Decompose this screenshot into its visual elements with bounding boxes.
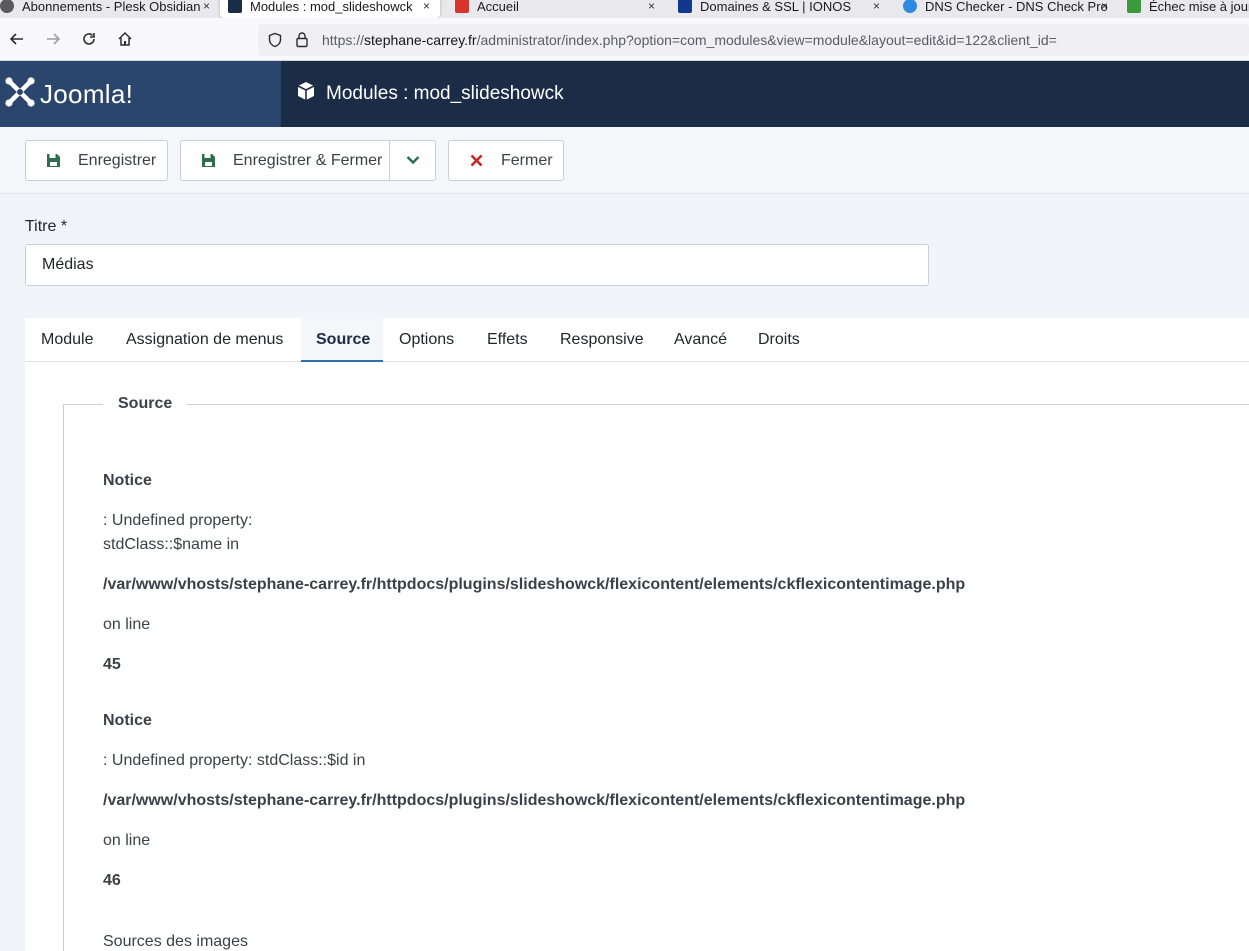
browser-tab-active[interactable]: Modules : mod_slideshowck ×: [220, 0, 440, 18]
back-arrow-icon[interactable]: [6, 28, 28, 50]
floppy-disk-icon: [200, 152, 217, 169]
browser-tab[interactable]: Accueil ×: [455, 0, 655, 18]
browser-tab[interactable]: Échec mise à jour J: [1127, 0, 1249, 18]
tracking-protection-shield-icon[interactable]: [267, 32, 283, 53]
browser-tab-strip: Abonnements - Plesk Obsidian × Modules :…: [0, 0, 1249, 18]
notice-file-path: /var/www/vhosts/stephane-carrey.fr/httpd…: [103, 576, 966, 593]
save-button-label: Enregistrer: [78, 151, 157, 169]
browser-tab[interactable]: Abonnements - Plesk Obsidian ×: [0, 0, 210, 18]
tab-options[interactable]: Options: [383, 318, 471, 362]
notice-heading: Notice: [103, 712, 152, 729]
browser-tab-title: Échec mise à jour J: [1149, 0, 1249, 14]
notice-line-number: 46: [103, 872, 121, 889]
browser-tab-title: Abonnements - Plesk Obsidian: [22, 0, 201, 14]
notice-heading: Notice: [103, 472, 152, 489]
url-host: stephane-carrey.fr: [364, 32, 477, 48]
notice-on-line-label: on line: [103, 616, 151, 633]
admin-header: Joomla! Modules : mod_slideshowck: [0, 61, 1249, 127]
tab-module[interactable]: Module: [25, 318, 111, 362]
joomla-logo[interactable]: Joomla!: [0, 61, 281, 127]
joomla-forum-favicon-icon: [1127, 0, 1141, 13]
title-input[interactable]: Médias: [25, 244, 929, 286]
close-tab-icon[interactable]: ×: [423, 0, 430, 13]
toolbar: Enregistrer Enregistrer & Fermer Fermer: [0, 127, 1249, 194]
tab-source[interactable]: Source: [301, 318, 383, 363]
reload-icon[interactable]: [78, 28, 100, 50]
save-and-close-button[interactable]: Enregistrer & Fermer: [180, 140, 436, 181]
tab-effects[interactable]: Effets: [471, 318, 545, 362]
dnschecker-favicon-icon: [903, 0, 917, 13]
tab-content-panel: Source Notice : Undefined property: stdC…: [25, 362, 1249, 951]
page-title-text: Modules : mod_slideshowck: [326, 83, 564, 104]
module-tabs: Module Assignation de menus Source Optio…: [25, 318, 1249, 363]
tab-advanced[interactable]: Avancé: [659, 318, 743, 362]
page-title: Modules : mod_slideshowck: [296, 61, 564, 127]
joomla-logo-text: Joomla!: [40, 78, 134, 109]
browser-tab-title: Domaines & SSL | IONOS: [700, 0, 852, 14]
close-tab-icon[interactable]: ×: [873, 0, 880, 13]
joomla-favicon-icon: [228, 0, 242, 13]
notice-on-line-label: on line: [103, 832, 151, 849]
chevron-down-icon: [406, 152, 420, 170]
title-field-label: Titre *: [25, 218, 68, 235]
notice-message: : Undefined property:: [103, 512, 253, 529]
close-tab-icon[interactable]: ×: [648, 0, 655, 13]
save-button[interactable]: Enregistrer: [25, 140, 168, 181]
browser-tab-title: Modules : mod_slideshowck: [250, 0, 413, 14]
home-icon[interactable]: [114, 28, 136, 50]
url-text: https://stephane-carrey.fr/administrator…: [322, 32, 1057, 48]
plesk-favicon-icon: [0, 0, 14, 13]
url-path: /administrator/index.php?option=com_modu…: [476, 32, 1057, 48]
tab-responsive[interactable]: Responsive: [545, 318, 659, 362]
floppy-disk-icon: [45, 152, 62, 169]
notice-file-path: /var/www/vhosts/stephane-carrey.fr/httpd…: [103, 792, 966, 809]
padlock-icon[interactable]: [294, 31, 310, 53]
cube-icon: [296, 81, 326, 107]
browser-navbar: https://stephane-carrey.fr/administrator…: [0, 18, 1249, 61]
browser-tab-title: Accueil: [477, 0, 519, 14]
notice-line-number: 45: [103, 656, 121, 673]
close-button[interactable]: Fermer: [448, 140, 564, 181]
close-x-icon: [468, 152, 485, 169]
browser-tab-title: DNS Checker - DNS Check Prop: [925, 0, 1108, 14]
joomla-logo-icon: [4, 76, 36, 113]
save-and-close-label: Enregistrer & Fermer: [233, 151, 383, 169]
close-tab-icon[interactable]: ×: [1101, 0, 1108, 13]
close-button-label: Fermer: [501, 151, 553, 169]
browser-tab[interactable]: DNS Checker - DNS Check Prop ×: [903, 0, 1108, 18]
notice-message: stdClass::$name in: [103, 536, 240, 553]
address-bar[interactable]: https://stephane-carrey.fr/administrator…: [258, 24, 1249, 56]
ionos-favicon-icon: [678, 0, 692, 13]
save-options-dropdown-toggle[interactable]: [389, 141, 436, 180]
browser-tab[interactable]: Domaines & SSL | IONOS ×: [678, 0, 880, 18]
forward-arrow-icon[interactable]: [42, 28, 64, 50]
source-fieldset: [63, 404, 1249, 951]
source-fieldset-legend: Source: [103, 395, 188, 413]
tab-menu-assignment[interactable]: Assignation de menus: [111, 318, 301, 362]
url-scheme: https://: [322, 32, 365, 48]
close-tab-icon[interactable]: ×: [203, 0, 210, 13]
images-source-label: Sources des images: [103, 933, 248, 950]
tab-permissions[interactable]: Droits: [743, 318, 823, 362]
notice-message: : Undefined property: stdClass::$id in: [103, 752, 366, 769]
home-favicon-icon: [455, 0, 469, 13]
